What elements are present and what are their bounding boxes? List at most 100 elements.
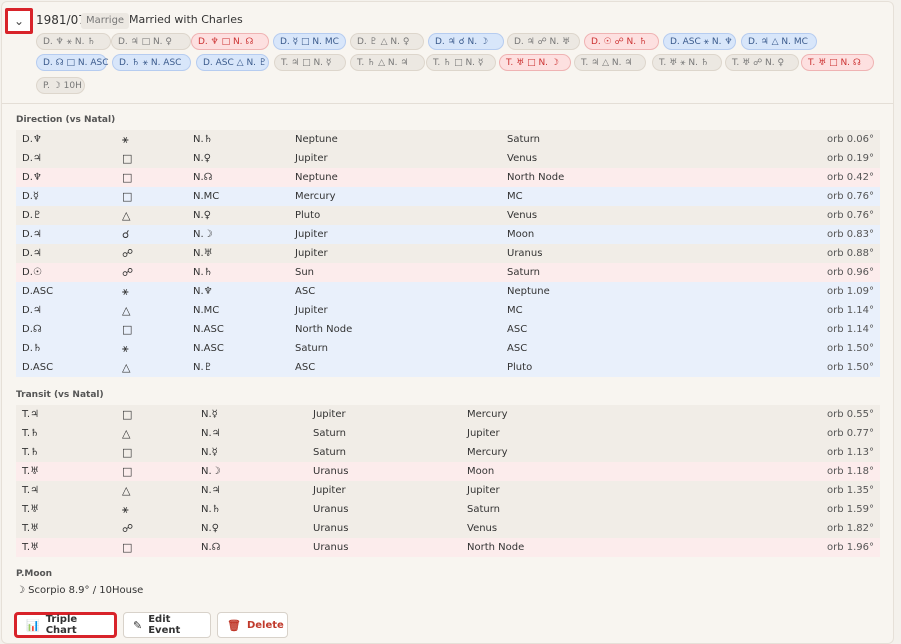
planet-to: Pluto	[507, 362, 533, 373]
chevron-down-icon: ⌄	[13, 14, 25, 28]
aspect-pill[interactable]: D. ♃ ☌ N. ☽	[428, 33, 504, 50]
aspect-pill[interactable]: D. ASC ⚹ N. ♆	[663, 33, 736, 50]
aspect-pill[interactable]: D. ☿ □ N. MC	[273, 33, 346, 50]
table-row: T.♅ □ N.☽ Uranus Moon orb 1.18°	[16, 462, 880, 481]
from-symbol: D.♄	[22, 343, 42, 354]
collapse-toggle-button[interactable]: ⌄	[5, 8, 33, 34]
aspect-pill[interactable]: D. ☉ ☍ N. ♄	[584, 33, 659, 50]
aspect-pill[interactable]: D. ♇ △ N. ♀	[350, 33, 424, 50]
planet-from: Saturn	[295, 343, 329, 354]
table-row: D.☉ ☍ N.♄ Sun Saturn orb 0.96°	[16, 263, 880, 282]
from-symbol: D.ASC	[22, 286, 54, 297]
aspect-symbol: ☌	[122, 228, 130, 241]
aspect-pill[interactable]: D. ♆ ⚹ N. ♄	[36, 33, 111, 50]
planet-to: Jupiter	[467, 428, 500, 439]
planet-to: Jupiter	[467, 485, 500, 496]
aspect-pill[interactable]: T. ♅ ⚹ N. ♄	[652, 54, 722, 71]
edit-event-button[interactable]: ✎ Edit Event	[123, 612, 211, 638]
table-row: T.♅ ⚹ N.♄ Uranus Saturn orb 1.59°	[16, 500, 880, 519]
aspect-pill[interactable]: T. ♃ △ N. ♃	[574, 54, 646, 71]
aspect-symbol: △	[122, 427, 131, 440]
aspect-symbol: △	[122, 304, 131, 317]
aspect-symbol: □	[122, 152, 133, 165]
planet-from: Neptune	[295, 172, 338, 183]
planet-from: Uranus	[313, 523, 349, 534]
orb-value: orb 0.76°	[826, 210, 874, 221]
to-symbol: N.MC	[193, 305, 220, 316]
table-row: T.♃ □ N.☿ Jupiter Mercury orb 0.55°	[16, 405, 880, 424]
aspect-symbol: □	[122, 190, 133, 203]
table-row: D.♃ ☍ N.♅ Jupiter Uranus orb 0.88°	[16, 244, 880, 263]
table-row: D.♃ △ N.MC Jupiter MC orb 1.14°	[16, 301, 880, 320]
aspect-symbol: □	[122, 323, 133, 336]
from-symbol: D.♃	[22, 153, 42, 164]
planet-from: Saturn	[313, 428, 347, 439]
table-row: D.ASC ⚹ N.♆ ASC Neptune orb 1.09°	[16, 282, 880, 301]
planet-from: ASC	[295, 362, 316, 373]
table-row: D.♄ ⚹ N.ASC Saturn ASC orb 1.50°	[16, 339, 880, 358]
planet-from: Jupiter	[295, 248, 328, 259]
event-type-badge: Marrige	[81, 13, 130, 29]
aspect-pill[interactable]: T. ♅ □ N. ☊	[801, 54, 874, 71]
from-symbol: D.♃	[22, 305, 42, 316]
aspect-pill[interactable]: P. ☽ 10H	[36, 77, 85, 94]
orb-value: orb 0.42°	[826, 172, 874, 183]
delete-button[interactable]: 🗑 Delete	[217, 612, 288, 638]
aspect-pill[interactable]: D. ♃ ☍ N. ♅	[507, 33, 580, 50]
pmoon-title: P.Moon	[16, 569, 53, 579]
table-row: T.♃ △ N.♃ Jupiter Jupiter orb 1.35°	[16, 481, 880, 500]
from-symbol: T.♄	[22, 447, 40, 458]
aspect-pill[interactable]: T. ♄ □ N. ☿	[426, 54, 496, 71]
from-symbol: T.♅	[22, 466, 40, 477]
planet-to: North Node	[467, 542, 525, 553]
aspect-pill[interactable]: D. ♃ △ N. MC	[741, 33, 817, 50]
to-symbol: N.☿	[201, 447, 218, 458]
to-symbol: N.ASC	[193, 343, 224, 354]
direction-section-title: Direction (vs Natal)	[16, 115, 116, 125]
table-row: D.☿ □ N.MC Mercury MC orb 0.76°	[16, 187, 880, 206]
table-row: D.♃ ☌ N.☽ Jupiter Moon orb 0.83°	[16, 225, 880, 244]
aspect-pill[interactable]: D. ♆ □ N. ☊	[191, 33, 269, 50]
orb-value: orb 1.13°	[826, 447, 874, 458]
orb-value: orb 1.35°	[826, 485, 874, 496]
table-row: D.ASC △ N.♇ ASC Pluto orb 1.50°	[16, 358, 880, 377]
to-symbol: N.☿	[201, 409, 218, 420]
to-symbol: N.♄	[193, 267, 213, 278]
from-symbol: T.♃	[22, 485, 40, 496]
planet-from: Neptune	[295, 134, 338, 145]
aspect-symbol: ☍	[122, 266, 134, 279]
table-row: T.♅ ☍ N.♀ Uranus Venus orb 1.82°	[16, 519, 880, 538]
aspect-pill[interactable]: T. ♅ □ N. ☽	[499, 54, 571, 71]
aspect-pill[interactable]: D. ♃ □ N. ♀	[111, 33, 191, 50]
pmoon-value: ☽ Scorpio 8.9° / 10House	[16, 585, 144, 596]
planet-to: MC	[507, 305, 523, 316]
from-symbol: T.♅	[22, 504, 40, 515]
planet-from: Jupiter	[313, 485, 346, 496]
aspect-pill[interactable]: T. ♄ △ N. ♃	[350, 54, 425, 71]
orb-value: orb 0.06°	[826, 134, 874, 145]
to-symbol: N.♆	[193, 286, 213, 297]
aspect-symbol: △	[122, 361, 131, 374]
aspect-pill[interactable]: D. ☊ □ N. ASC	[36, 54, 108, 71]
aspect-symbol: ☍	[122, 247, 134, 260]
planet-to: Saturn	[507, 134, 541, 145]
to-symbol: N.☽	[201, 466, 221, 477]
aspect-symbol: △	[122, 209, 131, 222]
planet-to: Uranus	[507, 248, 543, 259]
aspect-pill[interactable]: T. ♃ □ N. ☿	[274, 54, 346, 71]
planet-to: Venus	[507, 210, 538, 221]
pencil-icon: ✎	[133, 618, 143, 632]
orb-value: orb 0.77°	[826, 428, 874, 439]
triple-chart-button[interactable]: 📊 Triple Chart	[14, 612, 117, 638]
orb-value: orb 1.14°	[826, 305, 874, 316]
planet-from: ASC	[295, 286, 316, 297]
aspect-pill[interactable]: T. ♅ ☍ N. ♀	[725, 54, 799, 71]
event-card: ⌄ 1981/07 Marrige Married with Charles D…	[1, 1, 894, 644]
planet-from: Jupiter	[295, 229, 328, 240]
aspect-pill[interactable]: D. ASC △ N. ♇	[196, 54, 269, 71]
event-header: ⌄ 1981/07 Marrige Married with Charles D…	[2, 2, 893, 104]
table-row: D.♃ □ N.♀ Jupiter Venus orb 0.19°	[16, 149, 880, 168]
planet-from: Saturn	[313, 447, 347, 458]
aspect-pill[interactable]: D. ♄ ⚹ N. ASC	[112, 54, 191, 71]
to-symbol: N.♄	[193, 134, 213, 145]
